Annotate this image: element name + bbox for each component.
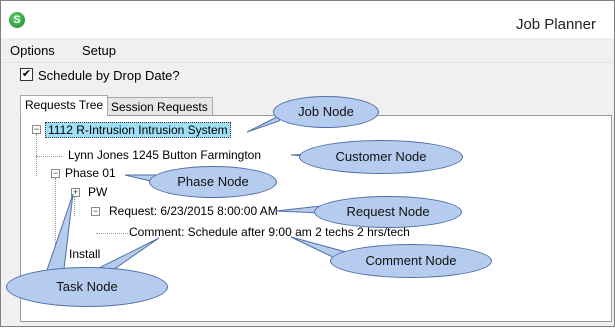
task-node-callout: Task Node [6,267,168,307]
job-node-callout: Job Node [273,96,379,128]
request-node-callout: Request Node [314,196,462,228]
comment-node-callout: Comment Node [330,244,492,278]
tab-requests-tree[interactable]: Requests Tree [20,95,109,116]
phase-node-callout: Phase Node [149,166,277,198]
task-callout-pointer-1 [45,193,74,278]
customer-node-callout: Customer Node [299,140,463,174]
job-planner-window: S Job Planner Options Setup ✔ Schedule b… [0,0,615,327]
